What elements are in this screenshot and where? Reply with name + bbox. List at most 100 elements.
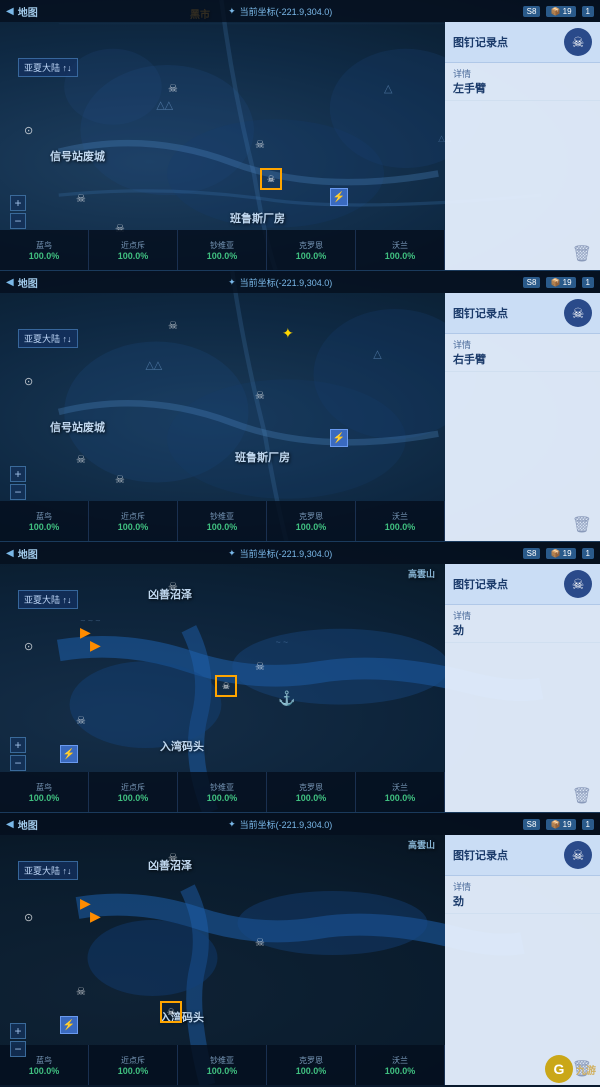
stat-value-3-2: 100.0% bbox=[118, 793, 149, 803]
pin-title-3: 图钉记录点 bbox=[453, 576, 508, 592]
stat-3-4: 克罗恩 100.0% bbox=[267, 772, 356, 812]
back-button-1[interactable]: ◀ bbox=[6, 6, 14, 17]
pin-detail-label-4: 详情 bbox=[453, 880, 592, 893]
badge-19-4: 📦 19 bbox=[546, 819, 575, 830]
stat-value-1-1: 100.0% bbox=[29, 251, 60, 261]
coord-text-1: 当前坐标(-221.9,304.0) bbox=[240, 5, 333, 18]
svg-text:△: △ bbox=[373, 349, 382, 361]
stat-value-4-2: 100.0% bbox=[118, 1066, 149, 1076]
zoom-out-4[interactable]: − bbox=[10, 1041, 26, 1057]
stat-3-5: 沃兰 100.0% bbox=[356, 772, 445, 812]
side-panel-header-4: 图钉记录点 ☠ bbox=[445, 835, 600, 876]
zoom-out-1[interactable]: − bbox=[10, 213, 26, 229]
topbar-right-3: S8 📦 19 1 bbox=[523, 548, 594, 559]
zoom-in-1[interactable]: + bbox=[10, 195, 26, 211]
coord-text-2: 当前坐标(-221.9,304.0) bbox=[240, 276, 333, 289]
watermark-logo: G bbox=[545, 1055, 573, 1083]
topbar-center-4: ✦ 当前坐标(-221.9,304.0) bbox=[44, 818, 517, 831]
stat-value-3-4: 100.0% bbox=[296, 793, 327, 803]
map-panel-3: ~ ~ ~ ~ ~ ◀ 地图 ✦ 当前坐标(-221.9,304.0) S8 📦… bbox=[0, 542, 600, 813]
badge-1-3: 1 bbox=[582, 548, 594, 559]
label-harbor-3: 入湾码头 bbox=[160, 738, 204, 754]
stat-2-4: 克罗恩 100.0% bbox=[267, 501, 356, 541]
stat-value-2-3: 100.0% bbox=[207, 522, 238, 532]
stat-2-1: 蓝鸟 100.0% bbox=[0, 501, 89, 541]
mountain-label-3: 高雲山 bbox=[408, 567, 435, 580]
zoom-in-2[interactable]: + bbox=[10, 466, 26, 482]
map-panel-4: ◀ 地图 ✦ 当前坐标(-221.9,304.0) S8 📦 19 1 高雲山 … bbox=[0, 813, 600, 1085]
stat-value-1-4: 100.0% bbox=[296, 251, 327, 261]
stat-1-2: 近点斥 100.0% bbox=[89, 230, 178, 270]
pin-detail-label-2: 详情 bbox=[453, 338, 592, 351]
map-title-4: 地图 bbox=[18, 817, 38, 832]
region-asia-4: 亚夏大陆 ↑↓ bbox=[18, 861, 78, 880]
stat-value-2-4: 100.0% bbox=[296, 522, 327, 532]
region-asia-2: 亚夏大陆 ↑↓ bbox=[18, 329, 78, 348]
stat-4-2: 近点斥 100.0% bbox=[89, 1045, 178, 1085]
topbar-right-2: S8 📦 19 1 bbox=[523, 277, 594, 288]
stat-name-4-1: 蓝鸟 bbox=[36, 1055, 52, 1066]
zoom-in-4[interactable]: + bbox=[10, 1023, 26, 1039]
zoom-in-3[interactable]: + bbox=[10, 737, 26, 753]
coords-1: ✦ 当前坐标(-221.9,304.0) bbox=[228, 5, 332, 18]
badge-s8-2: S8 bbox=[523, 277, 541, 288]
stat-name-2-2: 近点斥 bbox=[121, 511, 145, 522]
skull-4-4: ☠ bbox=[76, 985, 86, 998]
badge-s8-1: S8 bbox=[523, 6, 541, 17]
stat-2-5: 沃兰 100.0% bbox=[356, 501, 445, 541]
coord-icon-3: ✦ bbox=[228, 548, 236, 559]
stat-value-3-3: 100.0% bbox=[207, 793, 238, 803]
stat-name-4-2: 近点斥 bbox=[121, 1055, 145, 1066]
delete-button-2[interactable]: 🗑 bbox=[572, 515, 592, 535]
coord-icon-1: ✦ bbox=[228, 6, 236, 17]
blue-marker-3: ⚡ bbox=[60, 745, 78, 763]
label-factory-1: 班鲁斯厂房 bbox=[230, 210, 285, 226]
stat-value-4-5: 100.0% bbox=[385, 1066, 416, 1076]
topbar-left-2: ◀ 地图 bbox=[6, 275, 38, 290]
stats-bar-3: 蓝鸟 100.0% 近点斥 100.0% 钞维亚 100.0% 克罗恩 100.… bbox=[0, 772, 445, 812]
stat-name-1-3: 钞维亚 bbox=[210, 240, 234, 251]
stat-name-2-3: 钞维亚 bbox=[210, 511, 234, 522]
side-panel-spacer-1 bbox=[445, 101, 600, 238]
stat-4-4: 克罗恩 100.0% bbox=[267, 1045, 356, 1085]
topbar-left-4: ◀ 地图 bbox=[6, 817, 38, 832]
pin-detail-row-1: 详情 左手臂 bbox=[445, 63, 600, 101]
back-button-3[interactable]: ◀ bbox=[6, 548, 14, 559]
stat-4-5: 沃兰 100.0% bbox=[356, 1045, 445, 1085]
stat-name-2-5: 沃兰 bbox=[392, 511, 408, 522]
stat-name-3-3: 钞维亚 bbox=[210, 782, 234, 793]
zoom-out-3[interactable]: − bbox=[10, 755, 26, 771]
back-button-4[interactable]: ◀ bbox=[6, 819, 14, 830]
delete-row-3: 🗑 bbox=[445, 780, 600, 812]
delete-row-1: 🗑 bbox=[445, 238, 600, 270]
pin-detail-row-4: 详情 劲 bbox=[445, 876, 600, 914]
skull-2-2: ⊙ bbox=[24, 375, 33, 388]
pin-detail-value-1: 左手臂 bbox=[453, 80, 592, 96]
stat-name-1-5: 沃兰 bbox=[392, 240, 408, 251]
pin-detail-label-1: 详情 bbox=[453, 67, 592, 80]
delete-button-3[interactable]: 🗑 bbox=[572, 786, 592, 806]
target-marker-3: ☠ bbox=[215, 675, 237, 697]
stats-bar-2: 蓝鸟 100.0% 近点斥 100.0% 钞维亚 100.0% 克罗恩 100.… bbox=[0, 501, 445, 541]
pin-title-4: 图钉记录点 bbox=[453, 847, 508, 863]
coords-2: ✦ 当前坐标(-221.9,304.0) bbox=[228, 276, 332, 289]
svg-text:△△: △△ bbox=[145, 360, 162, 372]
zoom-out-2[interactable]: − bbox=[10, 484, 26, 500]
stat-value-4-3: 100.0% bbox=[207, 1066, 238, 1076]
back-button-2[interactable]: ◀ bbox=[6, 277, 14, 288]
blue-marker-2: ⚡ bbox=[330, 429, 348, 447]
stat-1-4: 克罗恩 100.0% bbox=[267, 230, 356, 270]
skull-1-1: ☠ bbox=[168, 82, 178, 95]
svg-text:~ ~: ~ ~ bbox=[276, 637, 289, 647]
stat-name-1-2: 近点斥 bbox=[121, 240, 145, 251]
side-panel-header-1: 图钉记录点 ☠ bbox=[445, 22, 600, 63]
delete-button-1[interactable]: 🗑 bbox=[572, 244, 592, 264]
topbar-center-2: ✦ 当前坐标(-221.9,304.0) bbox=[44, 276, 517, 289]
stat-3-3: 钞维亚 100.0% bbox=[178, 772, 267, 812]
skull-1-2: ⊙ bbox=[24, 124, 33, 137]
stats-bar-1: 蓝鸟 100.0% 近点斥 100.0% 钞维亚 100.0% 克罗恩 100.… bbox=[0, 230, 445, 270]
coord-icon-2: ✦ bbox=[228, 277, 236, 288]
delete-row-2: 🗑 bbox=[445, 509, 600, 541]
pin-detail-value-2: 右手臂 bbox=[453, 351, 592, 367]
watermark: G 九游 bbox=[545, 1055, 596, 1083]
